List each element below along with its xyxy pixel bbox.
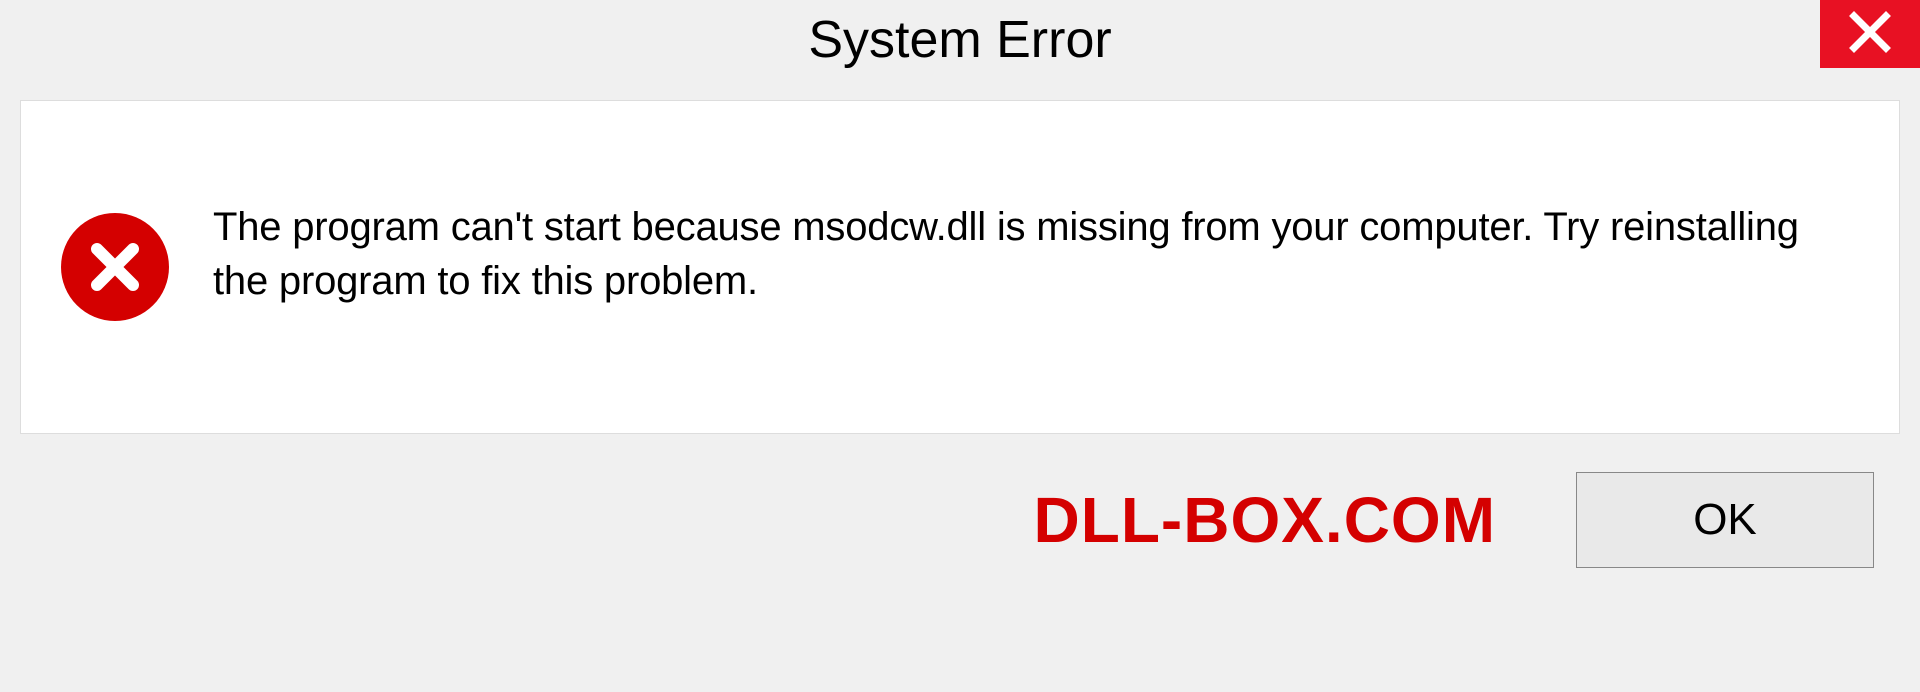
ok-button[interactable]: OK: [1576, 472, 1874, 568]
ok-button-label: OK: [1693, 495, 1757, 545]
dialog-titlebar: System Error: [0, 0, 1920, 92]
close-button[interactable]: [1820, 0, 1920, 68]
dialog-content: The program can't start because msodcw.d…: [20, 100, 1900, 434]
close-icon: [1848, 10, 1892, 59]
brand-watermark: DLL-BOX.COM: [1034, 483, 1497, 557]
error-icon: [61, 213, 169, 321]
dialog-footer: DLL-BOX.COM OK: [0, 434, 1920, 568]
dialog-title: System Error: [0, 10, 1920, 70]
error-message: The program can't start because msodcw.d…: [213, 200, 1859, 308]
